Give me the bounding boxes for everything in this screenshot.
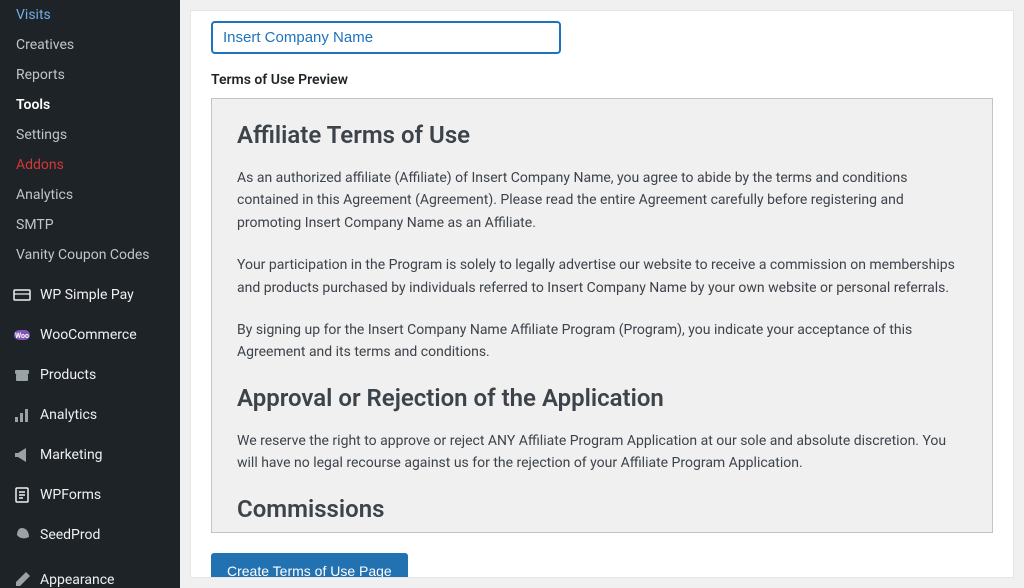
svg-text:Woo: Woo (15, 332, 29, 340)
sidebar-item-wpsimplepay[interactable]: WP Simple Pay (0, 275, 180, 315)
archive-icon (12, 365, 32, 385)
sidebar-item-settings[interactable]: Settings (0, 120, 180, 150)
sidebar-item-label: Marketing (40, 447, 103, 463)
sidebar-item-label: Visits (16, 7, 51, 23)
sidebar-item-marketing[interactable]: Marketing (0, 435, 180, 475)
sidebar-item-label: SMTP (16, 217, 54, 233)
create-terms-button[interactable]: Create Terms of Use Page (211, 553, 408, 578)
sidebar-item-label: Appearance (40, 572, 114, 588)
terms-paragraph: Your participation in the Program is sol… (237, 254, 967, 299)
sidebar-item-label: Addons (16, 157, 64, 173)
sidebar-item-label: Products (40, 367, 96, 383)
terms-paragraph: We reserve the right to approve or rejec… (237, 430, 967, 475)
terms-preview-box: Affiliate Terms of Use As an authorized … (211, 98, 993, 533)
sidebar-item-vanity-coupon[interactable]: Vanity Coupon Codes (0, 240, 180, 270)
sidebar-item-analytics[interactable]: Analytics (0, 395, 180, 435)
sidebar-item-label: SeedProd (40, 527, 100, 543)
sidebar-submenu: Visits Creatives Reports Tools Settings … (0, 0, 180, 270)
sidebar-item-appearance[interactable]: Appearance (0, 560, 180, 588)
sidebar-item-label: Analytics (40, 407, 97, 423)
woo-icon: Woo (12, 325, 32, 345)
terms-heading: Approval or Rejection of the Application (237, 384, 967, 412)
sidebar-item-analytics-sub[interactable]: Analytics (0, 180, 180, 210)
chart-bar-icon (12, 405, 32, 425)
leaf-icon (12, 525, 32, 545)
sidebar-item-label: Settings (16, 127, 67, 143)
sidebar-item-label: Creatives (16, 37, 74, 53)
terms-heading: Commissions (237, 495, 967, 523)
sidebar-item-tools[interactable]: Tools (0, 90, 180, 120)
sidebar-item-woocommerce[interactable]: Woo WooCommerce (0, 315, 180, 355)
sidebar-item-products[interactable]: Products (0, 355, 180, 395)
sidebar-item-addons[interactable]: Addons (0, 150, 180, 180)
sidebar-item-creatives[interactable]: Creatives (0, 30, 180, 60)
preview-label: Terms of Use Preview (211, 72, 993, 88)
sidebar-item-smtp[interactable]: SMTP (0, 210, 180, 240)
admin-sidebar: Visits Creatives Reports Tools Settings … (0, 0, 180, 588)
sidebar-item-label: Reports (16, 67, 65, 83)
company-name-input[interactable] (211, 21, 561, 54)
sidebar-item-visits[interactable]: Visits (0, 0, 180, 30)
sidebar-item-label: Vanity Coupon Codes (16, 247, 150, 263)
sidebar-item-label: WPForms (40, 487, 101, 503)
sidebar-main-menu: WP Simple Pay Woo WooCommerce Products A… (0, 275, 180, 588)
sidebar-item-label: WooCommerce (40, 327, 137, 343)
sidebar-item-label: WP Simple Pay (40, 287, 134, 303)
brush-icon (12, 570, 32, 588)
terms-paragraph: By signing up for the Insert Company Nam… (237, 319, 967, 364)
sidebar-item-label: Analytics (16, 187, 73, 203)
form-icon (12, 485, 32, 505)
main-content: Terms of Use Preview Affiliate Terms of … (190, 10, 1014, 578)
terms-heading: Affiliate Terms of Use (237, 121, 967, 149)
sidebar-item-seedprod[interactable]: SeedProd (0, 515, 180, 555)
credit-card-icon (12, 285, 32, 305)
sidebar-item-label: Tools (16, 97, 50, 113)
sidebar-item-reports[interactable]: Reports (0, 60, 180, 90)
megaphone-icon (12, 445, 32, 465)
terms-paragraph: As an authorized affiliate (Affiliate) o… (237, 167, 967, 234)
sidebar-item-wpforms[interactable]: WPForms (0, 475, 180, 515)
